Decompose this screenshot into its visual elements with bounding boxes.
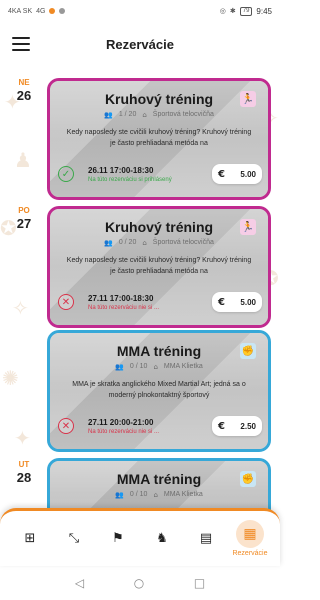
price-amount: 5.00: [240, 297, 256, 307]
day-number: 27: [16, 216, 32, 231]
network-label: 4G: [36, 7, 46, 15]
decorative-sport-icon: ✧: [12, 296, 29, 320]
card-title: MMA tréning: [116, 471, 202, 487]
date-label: UT 28: [10, 460, 38, 485]
card-description: MMA je skratka anglického Mixed Martial …: [72, 381, 246, 399]
session-time: 27.11 17:00-18:30: [88, 293, 154, 303]
nav-label: Rezervácie: [232, 550, 268, 557]
check-circle-icon[interactable]: ✓: [58, 166, 74, 182]
price-amount: 2.50: [240, 421, 256, 431]
clock: 9:45: [256, 6, 272, 16]
reservation-status: ✓ 26.11 17:00-18:30 Na túto rezerváciu s…: [58, 163, 262, 185]
card-meta: 👥 0 / 10 ⌂ MMA Klietka: [58, 491, 260, 499]
card-title: MMA tréning: [116, 343, 202, 359]
nav-reservations[interactable]: ▦ Rezervácie: [232, 520, 268, 557]
bluetooth-icon: ✱: [229, 8, 236, 15]
date-label: PO 27: [10, 206, 38, 231]
euro-icon: €: [218, 296, 225, 308]
location: Športová telocvičňa: [152, 239, 214, 246]
card-title: Kruhový tréning: [104, 219, 214, 235]
finish-flag-icon[interactable]: ⚑: [100, 531, 136, 546]
capacity: 1 / 20: [118, 111, 137, 118]
notification-icon: [49, 8, 56, 14]
dumbbell-icon[interactable]: ⤡: [56, 531, 92, 546]
people-icon: 👥: [115, 491, 124, 499]
euro-icon: €: [218, 420, 225, 432]
decorative-sport-icon: ✺: [2, 366, 19, 390]
people-icon: 👥: [115, 363, 124, 371]
battery-icon: 79: [239, 6, 253, 16]
nfc-icon: ◎: [219, 8, 226, 15]
reservation-card[interactable]: Kruhový tréning 🏃 👥 0 / 20 ⌂ Športová te…: [47, 206, 271, 328]
status-bar: 4KA SK 4G ◎ ✱ 79 9:45: [0, 0, 280, 22]
karate-icon[interactable]: ♞: [144, 531, 180, 546]
location: MMA Klietka: [163, 491, 203, 498]
price-badge: € 5.00: [212, 164, 262, 184]
euro-icon: €: [218, 168, 225, 180]
calendar-icon: ▦: [236, 520, 264, 548]
card-description: Kedy naposledy ste cvičili kruhový tréni…: [66, 129, 252, 147]
location: MMA Klietka: [163, 363, 203, 370]
bottom-navigation: ⊞ ⤡ ⚑ ♞ ▤ ▦ Rezervácie: [0, 508, 280, 566]
location-icon: ⌂: [153, 491, 158, 499]
location: Športová telocvičňa: [152, 111, 214, 118]
card-title: Kruhový tréning: [104, 91, 214, 107]
running-icon: 🏃: [240, 219, 256, 235]
hamburger-menu-icon[interactable]: [12, 37, 30, 51]
card-meta: 👥 0 / 10 ⌂ MMA Klietka: [58, 363, 260, 371]
people-icon: 👥: [104, 111, 113, 119]
cancel-circle-icon[interactable]: ✕: [58, 418, 74, 434]
reservation-status: ✕ 27.11 20:00-21:00 Na túto rezerváciu n…: [58, 415, 262, 437]
session-time: 27.11 20:00-21:00: [88, 417, 154, 427]
price-amount: 5.00: [240, 169, 256, 179]
status-note: Na túto rezerváciu nie si ...: [88, 304, 160, 311]
price-badge: € 5.00: [212, 292, 262, 312]
card-meta: 👥 1 / 20 ⌂ Športová telocvičňa: [58, 111, 260, 119]
card-meta: 👥 0 / 20 ⌂ Športová telocvičňa: [58, 239, 260, 247]
page-title: Rezervácie: [106, 36, 174, 52]
home-icon[interactable]: ○: [134, 576, 144, 590]
capacity: 0 / 20: [118, 239, 137, 246]
capacity: 0 / 10: [129, 363, 148, 370]
session-time: 26.11 17:00-18:30: [88, 165, 154, 175]
weekday: PO: [18, 206, 30, 215]
date-label: NE 26: [10, 78, 38, 103]
back-icon[interactable]: ◁: [75, 576, 84, 590]
boxing-glove-icon: ✊: [240, 343, 256, 359]
day-number: 28: [16, 470, 32, 485]
status-note: Na túto rezerváciu si prihlásený: [88, 176, 172, 183]
app-icon: [59, 8, 66, 14]
qr-icon[interactable]: ⊞: [12, 531, 48, 546]
decorative-sport-icon: ✦: [14, 426, 31, 450]
location-icon: ⌂: [142, 239, 147, 247]
day-number: 26: [16, 88, 32, 103]
running-icon: 🏃: [240, 91, 256, 107]
system-navigation: ◁ ○ □: [0, 566, 280, 600]
status-note: Na túto rezerváciu nie si ...: [88, 428, 160, 435]
location-icon: ⌂: [153, 363, 158, 371]
carrier-label: 4KA SK: [8, 7, 33, 15]
card-description: Kedy naposledy ste cvičili kruhový tréni…: [66, 257, 252, 275]
app-header: Rezervácie: [0, 22, 280, 66]
boxing-glove-icon: ✊: [240, 471, 256, 487]
capacity: 0 / 10: [129, 491, 148, 498]
recents-icon[interactable]: □: [194, 576, 205, 590]
weekday: UT: [18, 460, 30, 469]
schedule-icon[interactable]: ▤: [188, 531, 224, 546]
price-badge: € 2.50: [212, 416, 262, 436]
location-icon: ⌂: [142, 111, 147, 119]
reservation-card[interactable]: MMA tréning ✊ 👥 0 / 10 ⌂ MMA Klietka MMA…: [47, 330, 271, 452]
decorative-sport-icon: ♟: [14, 148, 32, 172]
people-icon: 👥: [104, 239, 113, 247]
cancel-circle-icon[interactable]: ✕: [58, 294, 74, 310]
reservation-card[interactable]: Kruhový tréning 🏃 👥 1 / 20 ⌂ Športová te…: [47, 78, 271, 200]
reservation-status: ✕ 27.11 17:00-18:30 Na túto rezerváciu n…: [58, 291, 262, 313]
weekday: NE: [18, 78, 30, 87]
